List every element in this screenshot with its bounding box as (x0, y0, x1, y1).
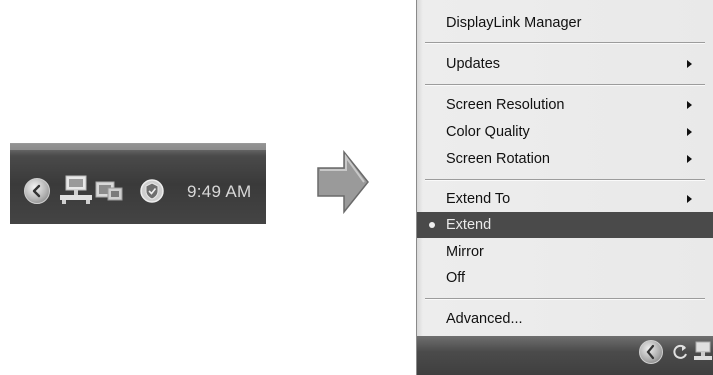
displaylink-network-icon[interactable] (58, 174, 94, 211)
menu-item-label: Updates (446, 56, 501, 72)
menu-item-mirror[interactable]: Mirror (417, 239, 713, 265)
displaylink-context-menu: DisplayLink Manager Updates Screen Resol… (416, 0, 713, 375)
displaylink-network-icon[interactable] (693, 340, 713, 369)
menu-item-extend-to[interactable]: Extend To (417, 186, 713, 212)
submenu-arrow-icon (687, 128, 692, 136)
taskbar-top-edge (10, 144, 266, 150)
submenu-arrow-icon (687, 155, 692, 163)
security-shield-icon[interactable] (138, 177, 166, 210)
menu-item-screen-rotation[interactable]: Screen Rotation (417, 146, 713, 172)
expand-chevron-icon[interactable] (24, 178, 50, 204)
menu-item-off[interactable]: Off (417, 265, 713, 291)
menu-item-label: Extend (446, 217, 492, 233)
taskbar (417, 336, 713, 375)
menu-item-extend[interactable]: Extend (417, 212, 713, 238)
menu-separator (425, 42, 705, 44)
menu-item-label: Off (446, 270, 466, 286)
submenu-arrow-icon (687, 101, 692, 109)
submenu-arrow-icon (687, 195, 692, 203)
menu-item-advanced[interactable]: Advanced... (417, 306, 713, 332)
menu-item-label: Extend To (446, 191, 511, 207)
menu-item-label: Screen Resolution (446, 97, 565, 113)
menu-item-label: Color Quality (446, 124, 530, 140)
menu-item-label: Advanced... (446, 311, 523, 327)
menu-title-label: DisplayLink Manager (446, 15, 582, 31)
expand-chevron-icon[interactable] (639, 340, 663, 364)
menu-item-color-quality[interactable]: Color Quality (417, 119, 713, 145)
menu-item-label: Mirror (446, 244, 484, 260)
refresh-icon[interactable] (671, 342, 689, 367)
submenu-arrow-icon (687, 60, 692, 68)
menu-item-screen-resolution[interactable]: Screen Resolution (417, 92, 713, 118)
menu-separator (425, 84, 705, 86)
system-tray: 9:49 AM (10, 143, 266, 224)
menu-separator (425, 179, 705, 181)
right-arrow-icon (316, 148, 370, 216)
tray-clock[interactable]: 9:49 AM (187, 182, 251, 202)
menu-title: DisplayLink Manager (417, 10, 713, 36)
selected-bullet-icon (429, 222, 435, 228)
menu-item-label: Screen Rotation (446, 151, 550, 167)
menu-item-updates[interactable]: Updates (417, 51, 713, 77)
menu-separator (425, 298, 705, 300)
monitor-icon[interactable] (94, 178, 124, 211)
